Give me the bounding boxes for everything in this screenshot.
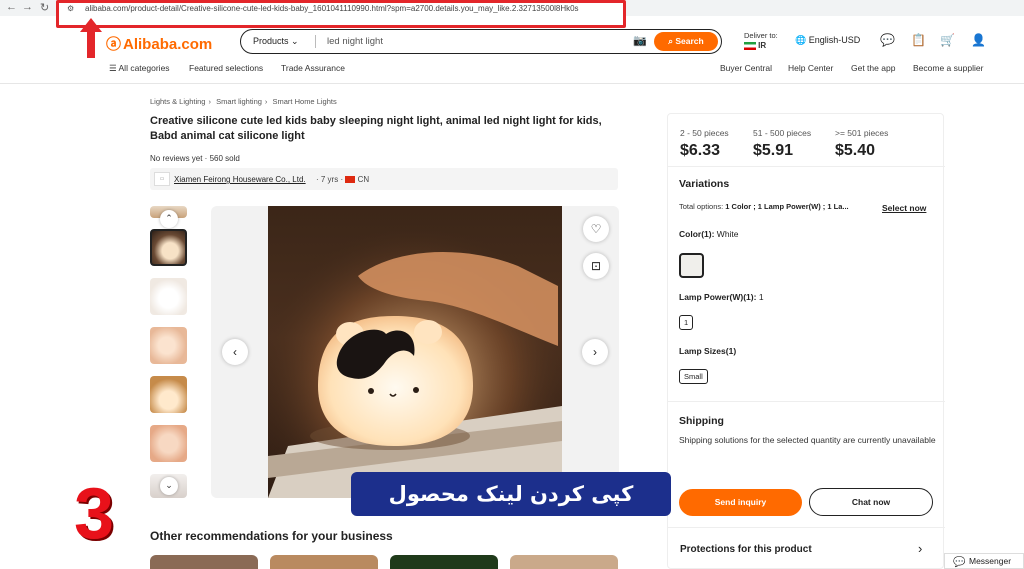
supplier-bar: ▭ Xiamen Feirong Houseware Co., Ltd. · 7…: [150, 168, 618, 190]
account-icon[interactable]: 👤: [971, 33, 986, 47]
product-main-image[interactable]: [268, 206, 562, 498]
panel-divider: [668, 166, 945, 167]
nav-help-center[interactable]: Help Center: [788, 63, 833, 73]
breadcrumb-item[interactable]: Smart Home Lights: [273, 97, 337, 106]
chat-now-button[interactable]: Chat now: [809, 488, 933, 516]
size-option-chip[interactable]: Small: [679, 369, 708, 384]
breadcrumb-item[interactable]: Smart lighting: [216, 97, 262, 106]
protections-title[interactable]: Protections for this product: [680, 544, 812, 555]
language-selector[interactable]: 🌐 English-USD: [795, 35, 860, 46]
shipping-text: Shipping solutions for the selected quan…: [679, 435, 936, 445]
nav-get-app[interactable]: Get the app: [851, 63, 895, 73]
china-flag-icon: [345, 176, 356, 184]
chevron-right-icon[interactable]: ›: [918, 541, 922, 556]
main-image-gallery: ♡ ⊡ ‹ ›: [211, 206, 619, 498]
back-icon[interactable]: ←: [6, 1, 17, 13]
search-divider: [315, 35, 316, 48]
breadcrumb-item[interactable]: Lights & Lighting: [150, 97, 205, 106]
nav-all-categories[interactable]: ☰ All categories: [109, 63, 170, 74]
thumbnail-selected[interactable]: [150, 229, 187, 266]
power-label: Lamp Power(W)(1): 1: [679, 292, 764, 302]
purchase-panel: 2 - 50 pieces $6.33 51 - 500 pieces $5.9…: [667, 113, 945, 569]
nav-become-supplier[interactable]: Become a supplier: [913, 63, 983, 73]
alibaba-logo[interactable]: ⓐ Alibaba.com: [106, 33, 212, 54]
url-text[interactable]: alibaba.com/product-detail/Creative-sili…: [85, 4, 579, 13]
messenger-icon: 💬: [953, 557, 966, 568]
nav-featured-selections[interactable]: Featured selections: [189, 63, 263, 73]
favorite-heart-icon[interactable]: ♡: [583, 216, 609, 242]
select-now-link[interactable]: Select now: [882, 203, 926, 213]
search-bar: Products ⌄ 📷 ⌕ Search: [240, 29, 722, 54]
search-input[interactable]: [327, 36, 607, 47]
iran-flag-icon: [744, 42, 756, 51]
address-bar[interactable]: ⚙ alibaba.com/product-detail/Creative-si…: [56, 0, 626, 28]
deliver-label: Deliver to:: [744, 31, 778, 40]
send-inquiry-button[interactable]: Send inquiry: [679, 489, 802, 516]
thumbnail-down-icon[interactable]: ⌄: [160, 477, 178, 495]
forward-icon[interactable]: →: [22, 1, 33, 13]
size-label: Lamp Sizes(1): [679, 346, 737, 356]
nav-buyer-central[interactable]: Buyer Central: [720, 63, 772, 73]
reload-icon[interactable]: ↻: [40, 1, 49, 14]
recommendation-card[interactable]: [270, 555, 378, 569]
price-tier-3: >= 501 pieces $5.40: [835, 128, 889, 159]
power-option-chip[interactable]: 1: [679, 315, 694, 330]
next-image-chevron-icon[interactable]: ›: [582, 339, 608, 365]
breadcrumb: Lights & Lighting › Smart lighting › Smart…: [150, 97, 337, 106]
deliver-to[interactable]: Deliver to: IR: [744, 31, 778, 51]
supplier-logo: ▭: [154, 172, 170, 186]
deliver-country: IR: [758, 41, 767, 50]
annotation-arrow-icon: [80, 18, 102, 58]
search-button[interactable]: ⌕ Search: [654, 32, 718, 51]
cart-icon[interactable]: 🛒: [940, 33, 955, 47]
reviews-summary: No reviews yet · 560 sold: [150, 154, 240, 163]
price-tier-1: 2 - 50 pieces $6.33: [680, 128, 729, 159]
product-title: Creative silicone cute led kids baby sle…: [150, 115, 602, 142]
alibaba-logo-icon: ⓐ: [106, 36, 122, 53]
panel-divider: [668, 401, 945, 402]
price-tier-2: 51 - 500 pieces $5.91: [753, 128, 812, 159]
total-options: Total options: 1 Color ; 1 Lamp Power(W)…: [679, 202, 849, 211]
thumbnail[interactable]: [150, 278, 187, 315]
header-divider: [0, 83, 1024, 84]
messages-icon[interactable]: 💬: [880, 33, 895, 47]
orders-icon[interactable]: 📋: [911, 33, 926, 47]
recommendation-card[interactable]: [510, 555, 618, 569]
image-search-icon[interactable]: ⊡: [583, 253, 609, 279]
step-number-overlay: 3: [74, 474, 115, 554]
recommendation-card[interactable]: [390, 555, 498, 569]
thumbnail[interactable]: [150, 425, 187, 462]
caption-banner: کپی کردن لینک محصول: [351, 472, 671, 516]
camera-icon[interactable]: 📷: [633, 34, 647, 47]
site-info-icon[interactable]: ⚙: [67, 4, 74, 13]
color-label: Color(1): White: [679, 229, 739, 239]
thumbnail[interactable]: [150, 327, 187, 364]
supplier-meta: · 7 yrs · CN: [316, 175, 370, 184]
color-swatch-white[interactable]: [679, 253, 704, 278]
recommendations-title: Other recommendations for your business: [150, 529, 393, 543]
shipping-title: Shipping: [679, 415, 724, 427]
recommendation-card[interactable]: [150, 555, 258, 569]
nav-trade-assurance[interactable]: Trade Assurance: [281, 63, 345, 73]
cat-lamp-illustration: [268, 206, 562, 498]
search-category-select[interactable]: Products ⌄: [253, 36, 299, 47]
panel-divider: [668, 527, 945, 528]
variations-title: Variations: [679, 178, 730, 190]
prev-image-chevron-icon[interactable]: ‹: [222, 339, 248, 365]
supplier-name-link[interactable]: Xiamen Feirong Houseware Co., Ltd.: [174, 175, 306, 184]
messenger-button[interactable]: 💬 Messenger: [944, 553, 1024, 569]
thumbnail[interactable]: [150, 376, 187, 413]
thumbnail-up-icon[interactable]: ⌃: [160, 210, 178, 228]
